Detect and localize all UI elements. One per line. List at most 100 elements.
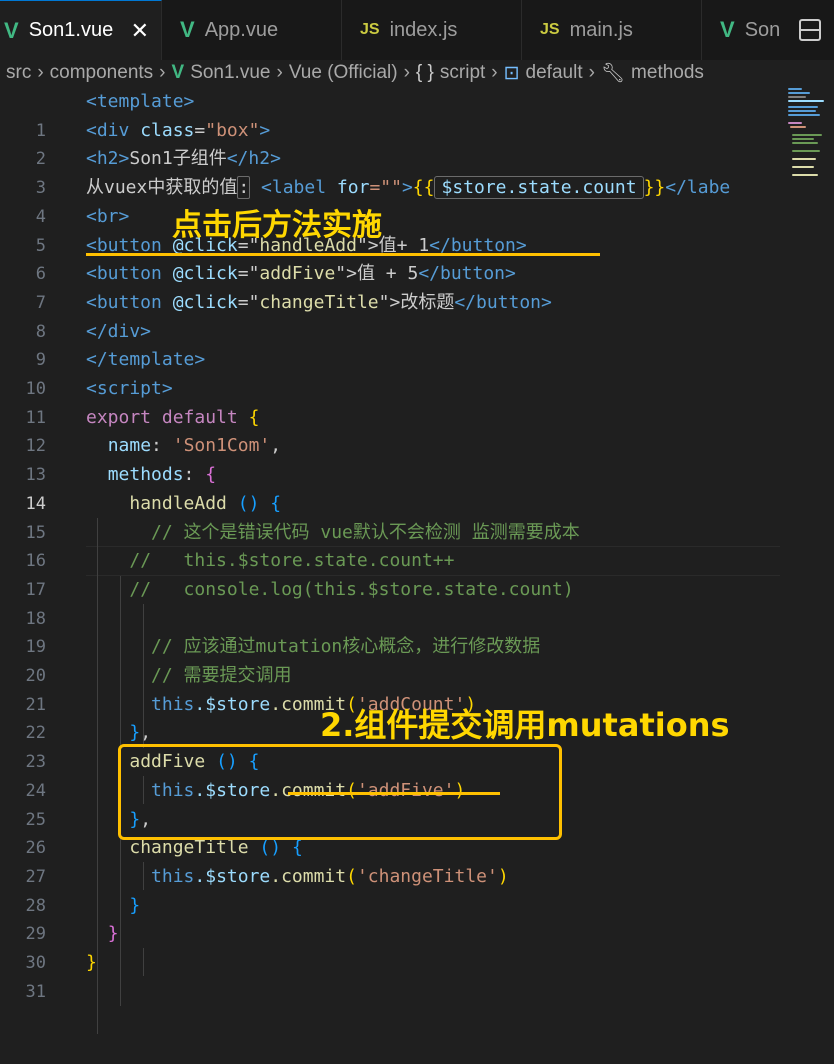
code-token: </template> bbox=[86, 349, 206, 371]
code-token: 值 + 5 bbox=[356, 263, 419, 285]
code-token: <template> bbox=[86, 91, 195, 112]
tab-index-js[interactable]: JS index.js bbox=[342, 0, 522, 60]
code-token: }} bbox=[643, 177, 666, 199]
symbol-variable-icon: ⊡ bbox=[503, 62, 520, 84]
code-line: 14 methods: { bbox=[0, 461, 780, 514]
code-line: 21 // 需要提交调用 bbox=[0, 662, 780, 715]
code-token: () bbox=[237, 492, 260, 514]
close-icon[interactable]: ✕ bbox=[131, 18, 149, 44]
tab-label: main.js bbox=[569, 18, 633, 41]
code-token: </labe bbox=[665, 177, 731, 199]
code-token: <label bbox=[261, 177, 327, 199]
breadcrumb-components[interactable]: components bbox=[50, 62, 154, 84]
code-token: =" bbox=[237, 263, 260, 285]
code-token: 'Son1Com' bbox=[172, 435, 271, 457]
code-token: class bbox=[140, 119, 195, 141]
js-file-icon: JS bbox=[540, 21, 560, 38]
code-token: </button> bbox=[454, 291, 552, 313]
code-comment: // 这个是错误代码 vue默认不会检测 监测需要成本 bbox=[151, 521, 580, 543]
code-token: handleAdd bbox=[129, 492, 227, 514]
code-token: "box" bbox=[205, 119, 260, 141]
code-token: ) bbox=[497, 865, 509, 887]
code-token: .$store bbox=[194, 865, 271, 887]
chevron-right-icon: › bbox=[159, 62, 166, 83]
minimap[interactable] bbox=[784, 88, 828, 188]
minimap-line bbox=[792, 142, 818, 144]
vue-file-icon: V bbox=[171, 62, 185, 83]
code-line: 15 handleAdd () { bbox=[0, 490, 780, 543]
code-token: {{ bbox=[412, 177, 435, 199]
breadcrumb-src[interactable]: src bbox=[6, 62, 31, 84]
code-token: <button bbox=[86, 263, 162, 285]
code-token: = bbox=[194, 119, 206, 141]
code-token: .$store bbox=[194, 693, 271, 715]
code-token: "> bbox=[335, 263, 357, 285]
code-token: { bbox=[205, 464, 217, 486]
chevron-right-icon: › bbox=[37, 62, 44, 83]
chevron-right-icon: › bbox=[491, 62, 498, 83]
code-token: } bbox=[107, 923, 119, 945]
minimap-line bbox=[790, 126, 806, 128]
annotation-commit-note: 2.组件提交调用mutations bbox=[320, 706, 730, 744]
breadcrumb-file[interactable]: Son1.vue bbox=[190, 62, 270, 84]
breadcrumb-language[interactable]: Vue (Official) bbox=[289, 62, 398, 84]
tab-son1-vue[interactable]: V Son1.vue ✕ bbox=[0, 0, 162, 60]
code-token: @click bbox=[172, 263, 238, 285]
code-token: <script> bbox=[86, 378, 173, 399]
code-token: "> bbox=[378, 291, 401, 313]
tab-label: Son1.vue bbox=[28, 19, 114, 41]
code-token: : bbox=[183, 464, 206, 486]
tab-main-js[interactable]: JS main.js bbox=[522, 0, 702, 60]
code-token: .commit bbox=[270, 865, 347, 887]
code-token: </h2> bbox=[226, 148, 281, 170]
code-line: 16 // 这个是错误代码 vue默认不会检测 监测需要成本 bbox=[0, 519, 780, 572]
code-token: , bbox=[270, 435, 282, 457]
tab-app-vue[interactable]: V App.vue bbox=[162, 0, 342, 60]
tab-label: index.js bbox=[389, 18, 458, 41]
breadcrumb-methods[interactable]: methods bbox=[631, 62, 704, 84]
vue-file-icon: V bbox=[180, 17, 195, 42]
code-line: 9 </div> bbox=[0, 318, 780, 371]
code-line: 28 this.$store.commit('changeTitle') bbox=[0, 863, 780, 916]
code-line: 11 <script> bbox=[0, 375, 780, 428]
code-line: 2 <div class="box"> bbox=[0, 117, 780, 170]
braces-icon: { } bbox=[415, 62, 434, 83]
breadcrumb-default[interactable]: default bbox=[526, 62, 583, 84]
annotation-underline bbox=[86, 253, 600, 256]
code-token: <h2> bbox=[86, 148, 130, 170]
split-editor-icon bbox=[799, 19, 821, 41]
code-token: export bbox=[86, 406, 152, 428]
split-editor-button[interactable] bbox=[786, 0, 834, 60]
minimap-line bbox=[792, 138, 814, 140]
minimap-line bbox=[792, 150, 820, 152]
minimap-line bbox=[788, 100, 824, 102]
line-number: 31 bbox=[25, 981, 46, 1002]
minimap-line bbox=[788, 110, 816, 112]
code-token: , bbox=[140, 722, 152, 744]
code-token: : bbox=[237, 176, 251, 200]
code-token: <div bbox=[86, 119, 130, 141]
code-line: 7 <button @click="addFive">值 + 5</button… bbox=[0, 260, 780, 313]
code-token: name bbox=[107, 435, 152, 457]
minimap-line bbox=[788, 96, 806, 98]
code-comment: // this.$store.state.count++ bbox=[129, 550, 455, 572]
minimap-line bbox=[788, 88, 802, 90]
annotation-click-note: 点击后方法实施 bbox=[172, 208, 382, 243]
code-token: 从vuex中获取的值 bbox=[86, 177, 238, 199]
code-token: 改标题 bbox=[400, 291, 455, 313]
code-token: </div> bbox=[86, 320, 152, 342]
annotation-underline bbox=[288, 792, 500, 795]
chevron-right-icon: › bbox=[588, 62, 595, 83]
vue-file-icon: V bbox=[4, 17, 19, 43]
code-line: 19 bbox=[0, 605, 780, 657]
code-token: : bbox=[151, 435, 173, 457]
code-token: for bbox=[336, 177, 370, 199]
code-token: ( bbox=[346, 865, 357, 887]
code-line: 4 从vuex中获取的值: <label for="">{{$store.sta… bbox=[0, 174, 780, 227]
code-line: 10 </template> bbox=[0, 346, 780, 399]
code-token: changeTitle bbox=[259, 291, 379, 313]
code-line: 12 export default { bbox=[0, 404, 780, 457]
breadcrumb-script[interactable]: script bbox=[440, 62, 485, 84]
